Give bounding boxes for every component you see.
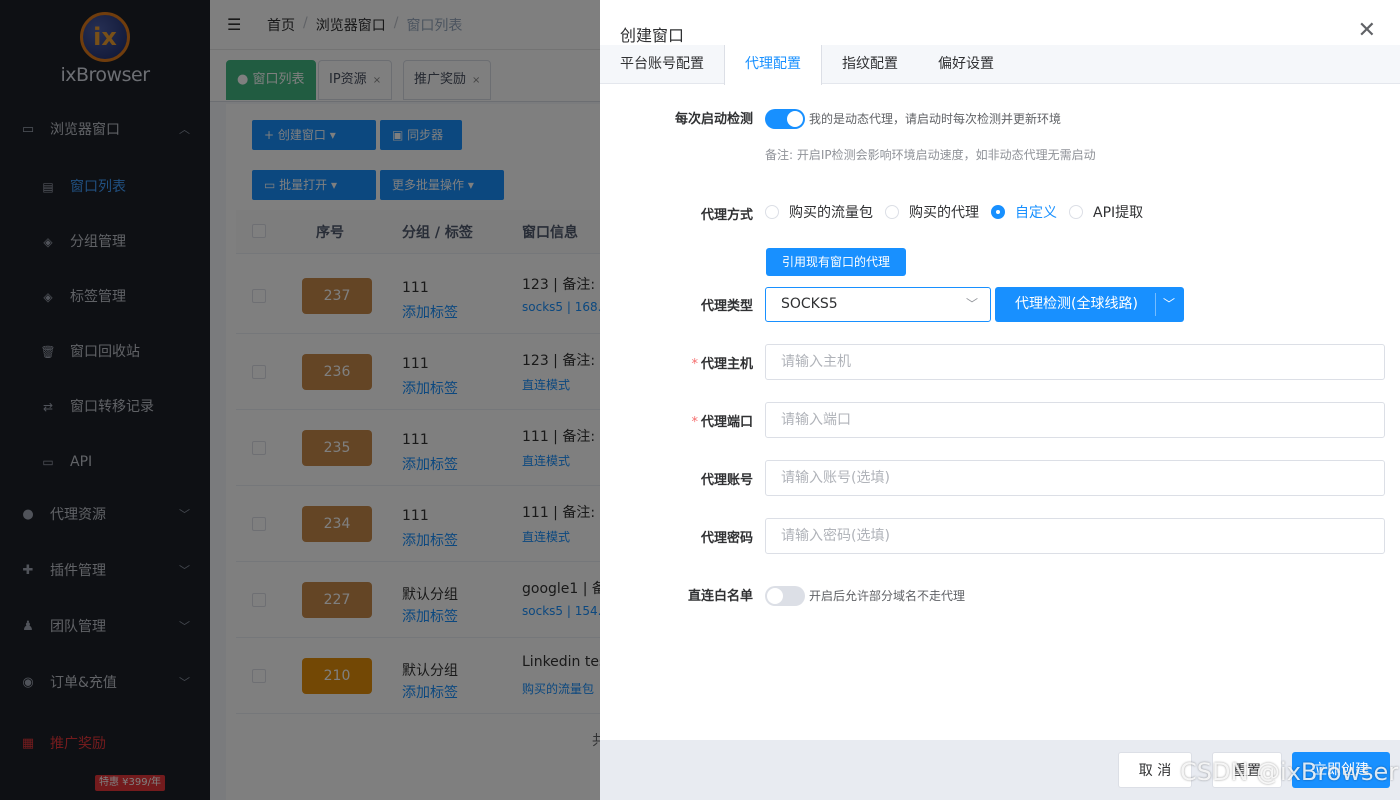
- create-window-drawer: 创建窗口 ✕ 平台账号配置 代理配置 指纹配置 偏好设置 每次启动检测 我的是动…: [600, 0, 1400, 800]
- radio-label: 购买的流量包: [789, 205, 873, 221]
- required-mark: *: [691, 357, 698, 372]
- startup-check-label: 每次启动检测: [674, 112, 753, 127]
- whitelist-label: 直连白名单: [687, 589, 753, 604]
- drawer-tabs: 平台账号配置 代理配置 指纹配置 偏好设置: [600, 45, 1400, 85]
- radio-traffic-package[interactable]: 购买的流量包: [765, 202, 873, 222]
- proxy-check-button[interactable]: 代理检测(全球线路) ﹀: [995, 287, 1184, 322]
- proxy-host-input[interactable]: [765, 344, 1385, 380]
- startup-check-hint: 我的是动态代理，请启动时每次检测并更新环境: [809, 112, 1062, 126]
- proxy-mode-radio-group: 购买的流量包 购买的代理 自定义 API提取: [765, 202, 1155, 222]
- tab-fingerprint[interactable]: 指纹配置: [822, 45, 918, 84]
- watermark: CSDN @ixBrowser: [1180, 758, 1399, 786]
- proxy-type-select[interactable]: SOCKS5 ﹀: [765, 287, 991, 322]
- radio-label: API提取: [1093, 205, 1144, 221]
- drawer-title: 创建窗口: [620, 26, 685, 45]
- radio-dot: [991, 205, 1005, 219]
- whitelist-switch[interactable]: [765, 586, 805, 606]
- radio-purchased-proxy[interactable]: 购买的代理: [885, 202, 979, 222]
- proxy-account-input[interactable]: [765, 460, 1385, 496]
- button-label: 代理检测(全球线路): [1015, 296, 1138, 312]
- whitelist-hint: 开启后允许部分域名不走代理: [809, 589, 966, 603]
- proxy-password-label: 代理密码: [700, 531, 753, 546]
- required-mark: *: [691, 415, 698, 430]
- startup-check-switch[interactable]: [765, 109, 805, 129]
- radio-custom[interactable]: 自定义: [991, 202, 1057, 222]
- radio-api-extract[interactable]: API提取: [1069, 202, 1143, 222]
- select-value: SOCKS5: [781, 296, 838, 312]
- tab-preferences[interactable]: 偏好设置: [918, 45, 1014, 84]
- label-text: 代理端口: [700, 415, 753, 430]
- proxy-port-input[interactable]: [765, 402, 1385, 438]
- chevron-down-icon: ﹀: [965, 297, 978, 311]
- label-text: 代理主机: [700, 357, 753, 372]
- proxy-type-label: 代理类型: [700, 299, 753, 314]
- radio-dot: [765, 205, 779, 219]
- radio-label: 自定义: [1015, 205, 1057, 221]
- tab-proxy-config[interactable]: 代理配置: [724, 45, 822, 85]
- proxy-password-input[interactable]: [765, 518, 1385, 554]
- radio-label: 购买的代理: [909, 205, 979, 221]
- proxy-account-label: 代理账号: [700, 473, 753, 488]
- proxy-mode-label: 代理方式: [700, 208, 753, 223]
- radio-dot: [885, 205, 899, 219]
- proxy-host-label: * 代理主机: [691, 353, 753, 372]
- radio-dot: [1069, 205, 1083, 219]
- cite-existing-proxy-button[interactable]: 引用现有窗口的代理: [766, 248, 906, 276]
- switch-knob: [787, 111, 803, 127]
- chevron-down-icon[interactable]: ﹀: [1163, 287, 1175, 322]
- switch-knob: [767, 588, 783, 604]
- startup-check-note: 备注: 开启IP检测会影响环境启动速度，如非动态代理无需启动: [765, 148, 1096, 162]
- close-icon[interactable]: ✕: [1358, 18, 1376, 44]
- tab-platform-account[interactable]: 平台账号配置: [600, 45, 724, 84]
- proxy-port-label: * 代理端口: [691, 411, 753, 430]
- button-divider: [1155, 293, 1156, 316]
